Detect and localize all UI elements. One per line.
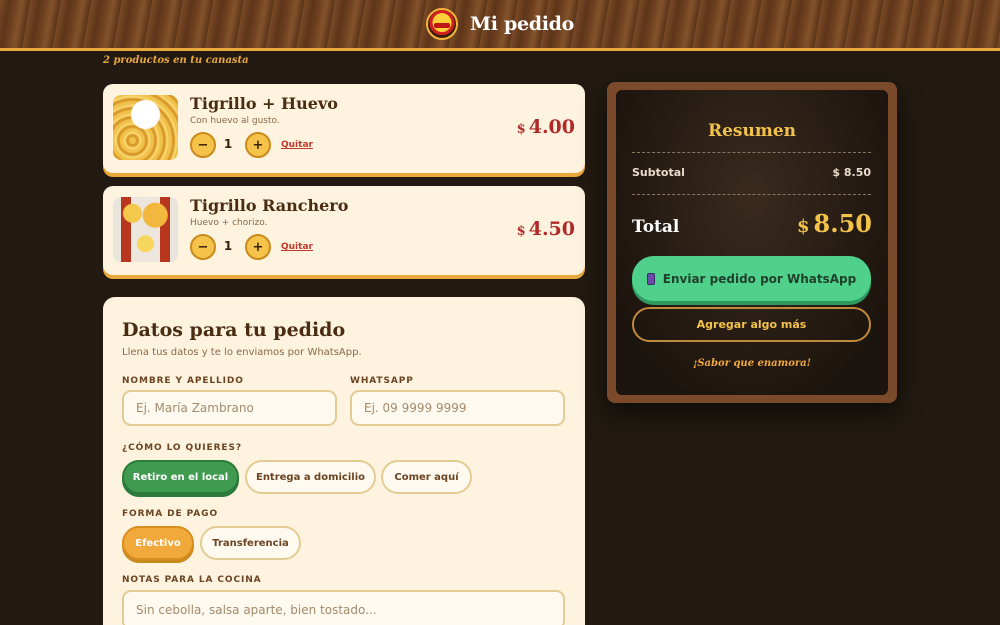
product-image bbox=[113, 95, 178, 160]
total-label: Total bbox=[632, 217, 680, 237]
phone-icon bbox=[646, 272, 655, 285]
payment-label: FORMA DE PAGO bbox=[122, 509, 219, 519]
mode-dine-in-button[interactable]: Comer aquí bbox=[381, 460, 472, 494]
cart-count: 2 productos en tu canasta bbox=[103, 55, 249, 66]
tagline: ¡Sabor que enamora! bbox=[692, 358, 812, 369]
price-value: 4.50 bbox=[528, 218, 575, 240]
name-label: NOMBRE Y APELLIDO bbox=[122, 376, 244, 386]
form-subtitle: Llena tus datos y te lo enviamos por Wha… bbox=[122, 347, 362, 358]
mode-pickup-button[interactable]: Retiro en el local bbox=[122, 460, 239, 494]
item-price: $4.50 bbox=[517, 218, 575, 240]
total-currency: $ bbox=[797, 216, 810, 237]
product-description: Huevo + chorizo. bbox=[190, 218, 268, 228]
increase-qty-button[interactable]: + bbox=[245, 132, 271, 158]
remove-item-link[interactable]: Quitar bbox=[281, 140, 313, 150]
notes-label: NOTAS PARA LA COCINA bbox=[122, 575, 262, 585]
total-value: $8.50 bbox=[797, 209, 872, 238]
payment-cash-button[interactable]: Efectivo bbox=[122, 526, 194, 560]
increase-qty-button[interactable]: + bbox=[245, 234, 271, 260]
send-whatsapp-button[interactable]: Enviar pedido por WhatsApp bbox=[632, 256, 871, 301]
summary-panel: Resumen Subtotal $ 8.50 Total $8.50 Envi… bbox=[607, 82, 897, 403]
subtotal-row: Subtotal $ 8.50 bbox=[632, 166, 871, 179]
mode-delivery-button[interactable]: Entrega a domicilio bbox=[245, 460, 376, 494]
quantity-value: 1 bbox=[223, 239, 233, 253]
summary-title: Resumen bbox=[707, 121, 797, 141]
quantity-value: 1 bbox=[223, 137, 233, 151]
name-input[interactable]: Ej. María Zambrano bbox=[122, 390, 337, 426]
remove-item-link[interactable]: Quitar bbox=[281, 242, 313, 252]
price-value: 4.00 bbox=[528, 116, 575, 138]
cart-item: Tigrillo Ranchero Huevo + chorizo. − 1 +… bbox=[103, 186, 585, 275]
divider bbox=[632, 194, 871, 195]
total-amount: 8.50 bbox=[813, 209, 872, 238]
header-bar: Mi pedido bbox=[0, 0, 1000, 51]
payment-transfer-button[interactable]: Transferencia bbox=[200, 526, 301, 560]
subtotal-label: Subtotal bbox=[632, 166, 685, 179]
form-title: Datos para tu pedido bbox=[122, 319, 346, 341]
whatsapp-input[interactable]: Ej. 09 9999 9999 bbox=[350, 390, 565, 426]
page-title: Mi pedido bbox=[470, 13, 574, 35]
add-more-button[interactable]: Agregar algo más bbox=[632, 307, 871, 342]
currency-symbol: $ bbox=[516, 224, 526, 239]
currency-symbol: $ bbox=[516, 122, 526, 137]
order-form: Datos para tu pedido Llena tus datos y t… bbox=[103, 297, 585, 625]
summary-board: Resumen Subtotal $ 8.50 Total $8.50 Envi… bbox=[616, 90, 888, 395]
notes-input[interactable]: Sin cebolla, salsa aparte, bien tostado.… bbox=[122, 590, 565, 625]
product-image bbox=[113, 197, 178, 262]
decrease-qty-button[interactable]: − bbox=[190, 234, 216, 260]
subtotal-value: $ 8.50 bbox=[832, 166, 871, 179]
divider bbox=[632, 152, 871, 153]
product-name: Tigrillo Ranchero bbox=[190, 196, 349, 215]
decrease-qty-button[interactable]: − bbox=[190, 132, 216, 158]
whatsapp-label: WHATSAPP bbox=[350, 376, 414, 386]
send-whatsapp-label: Enviar pedido por WhatsApp bbox=[662, 271, 857, 286]
product-description: Con huevo al gusto. bbox=[190, 116, 280, 126]
product-name: Tigrillo + Huevo bbox=[190, 94, 338, 113]
restaurant-logo-icon[interactable] bbox=[426, 8, 458, 40]
mode-label: ¿CÓMO LO QUIERES? bbox=[122, 443, 242, 453]
cart-item: Tigrillo + Huevo Con huevo al gusto. − 1… bbox=[103, 84, 585, 173]
item-price: $4.00 bbox=[517, 116, 575, 138]
